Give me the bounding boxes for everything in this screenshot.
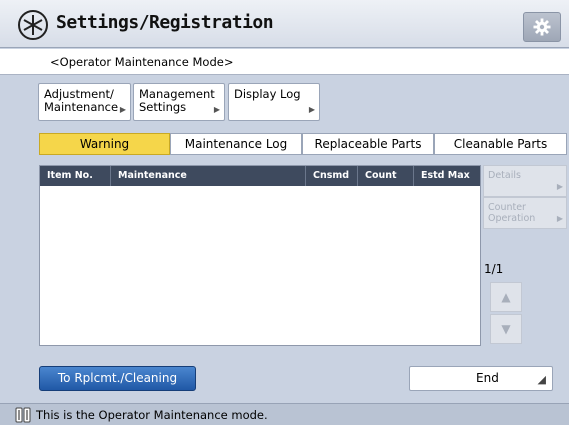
maintenance-table: Item No. Maintenance Cnsmd Count Estd Ma… xyxy=(39,165,481,346)
menu-label-line2: Maintenance xyxy=(44,100,119,114)
chevron-right-icon: ▶ xyxy=(556,214,563,223)
column-header: Maintenance xyxy=(111,166,306,186)
mode-label: <Operator Maintenance Mode> xyxy=(50,55,234,69)
gear-icon xyxy=(533,18,551,36)
details-label: Details xyxy=(488,170,521,181)
page-indicator: 1/1 xyxy=(484,262,504,276)
chevron-right-icon: ▶ xyxy=(556,182,563,191)
counter-label-line2: Operation xyxy=(488,213,536,224)
settings-star-icon xyxy=(18,10,48,40)
gear-button[interactable] xyxy=(523,12,561,42)
scroll-down-button[interactable]: ▼ xyxy=(490,314,522,344)
chevron-right-icon: ▶ xyxy=(119,105,126,114)
column-header: Estd Max xyxy=(421,170,470,181)
menu-label-line1: Display Log xyxy=(234,87,301,101)
scroll-up-button[interactable]: ▲ xyxy=(490,282,522,312)
triangle-down-icon: ▼ xyxy=(501,322,511,336)
triangle-up-icon: ▲ xyxy=(501,290,511,304)
mode-bar: <Operator Maintenance Mode> xyxy=(0,49,569,75)
counter-operation-button[interactable]: Counter Operation ▶ xyxy=(483,197,567,229)
chevron-right-icon: ▶ xyxy=(308,105,315,114)
tab-maintenance-log[interactable]: Maintenance Log xyxy=(170,133,302,155)
enter-corner-icon: ◢ xyxy=(537,373,546,386)
column-header: Count xyxy=(358,166,414,186)
counter-label-line1: Counter xyxy=(488,202,526,213)
status-message: This is the Operator Maintenance mode. xyxy=(36,408,268,422)
management-settings-button[interactable]: Management Settings ▶ xyxy=(133,83,225,121)
column-header: Cnsmd xyxy=(306,166,358,186)
table-header: Item No. Maintenance Cnsmd Count Estd Ma… xyxy=(40,166,480,186)
status-bar: This is the Operator Maintenance mode. xyxy=(0,403,569,425)
details-button[interactable]: Details ▶ xyxy=(483,165,567,197)
screen: Settings/Registration <Operator Maintena… xyxy=(0,0,569,425)
adjustment-maintenance-button[interactable]: Adjustment/ Maintenance ▶ xyxy=(38,83,131,121)
menu-label-line2: Settings xyxy=(139,100,187,114)
tab-replaceable-parts[interactable]: Replaceable Parts xyxy=(302,133,434,155)
tab-warning[interactable]: Warning xyxy=(39,133,170,155)
tab-cleanable-parts[interactable]: Cleanable Parts xyxy=(434,133,567,155)
to-replacement-cleaning-button[interactable]: To Rplcmt./Cleaning xyxy=(39,366,196,391)
column-header: Item No. xyxy=(40,166,111,186)
display-log-button[interactable]: Display Log ▶ xyxy=(228,83,320,121)
end-label: End xyxy=(476,371,499,385)
end-button[interactable]: End ◢ xyxy=(409,366,553,391)
page-title: Settings/Registration xyxy=(56,12,274,33)
wrench-icon xyxy=(15,407,31,423)
title-bar: Settings/Registration xyxy=(0,0,569,48)
chevron-right-icon: ▶ xyxy=(213,105,220,114)
